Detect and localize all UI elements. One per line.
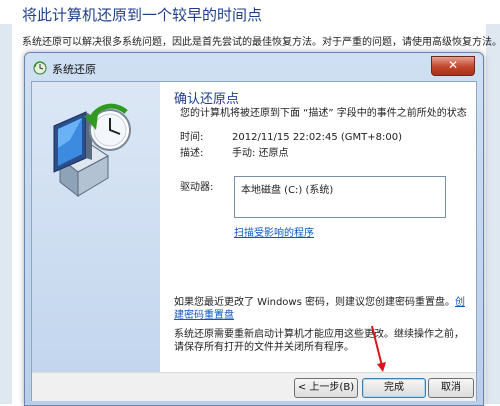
content-area: 确认还原点 您的计算机将被还原到下面 “描述” 字段中的事件之前所处的状态 时间… (174, 82, 476, 372)
background-right-strip (486, 24, 500, 404)
system-restore-icon (33, 61, 47, 75)
description-value: 手动: 还原点 (232, 148, 289, 159)
finish-button[interactable]: 完成 (362, 378, 426, 398)
time-row: 时间: 2012/11/15 22:02:45 (GMT+8:00) (180, 128, 402, 143)
dialog-title: 系统还原 (52, 63, 96, 76)
drive-item[interactable]: 本地磁盘 (C:) (系统) (241, 181, 333, 196)
description-row: 描述: 手动: 还原点 (180, 144, 289, 159)
page-intro-text: 系统还原可以解决很多系统问题，因此是首先尝试的最佳恢复方法。对于严重的问题，请使… (22, 37, 500, 48)
confirm-subheading: 您的计算机将被还原到下面 “描述” 字段中的事件之前所处的状态 (180, 108, 467, 119)
dialog-client-area: 确认还原点 您的计算机将被还原到下面 “描述” 字段中的事件之前所处的状态 时间… (31, 81, 477, 401)
close-button[interactable]: ✕ (431, 56, 475, 76)
scan-affected-programs-link[interactable]: 扫描受影响的程序 (234, 224, 314, 239)
close-icon: ✕ (447, 58, 459, 72)
background-left-strip (0, 24, 12, 404)
password-note-text: 如果您最近更改了 Windows 密码，则建议您创建密码重置盘。 (174, 297, 455, 308)
time-label: 时间: (180, 132, 204, 143)
password-note: 如果您最近更改了 Windows 密码，则建议您创建密码重置盘。创建密码重置盘 (174, 296, 466, 322)
time-value: 2012/11/15 22:02:45 (GMT+8:00) (232, 132, 403, 143)
description-label: 描述: (180, 148, 204, 159)
computer-restore-illustration-icon (53, 103, 131, 198)
drives-label: 驱动器: (180, 182, 214, 193)
dialog-footer: < 上一步(B) 完成 取消 (32, 372, 476, 401)
cancel-button[interactable]: 取消 (428, 378, 474, 398)
dialog-titlebar[interactable]: 系统还原 ✕ (25, 53, 483, 81)
restart-note: 系统还原需要重新启动计算机才能应用这些更改。继续操作之前，请保存所有打开的文件并… (174, 329, 464, 353)
drives-list[interactable]: 本地磁盘 (C:) (系统) (234, 176, 446, 218)
back-button[interactable]: < 上一步(B) (294, 378, 358, 398)
system-restore-dialog: 系统还原 ✕ 确认还原点 您的计算机将被还原到下面 “描述” 字段中的事件之前所… (24, 52, 484, 406)
page-title: 将此计算机还原到一个较早的时间点 (22, 6, 263, 24)
side-panel (32, 82, 160, 372)
